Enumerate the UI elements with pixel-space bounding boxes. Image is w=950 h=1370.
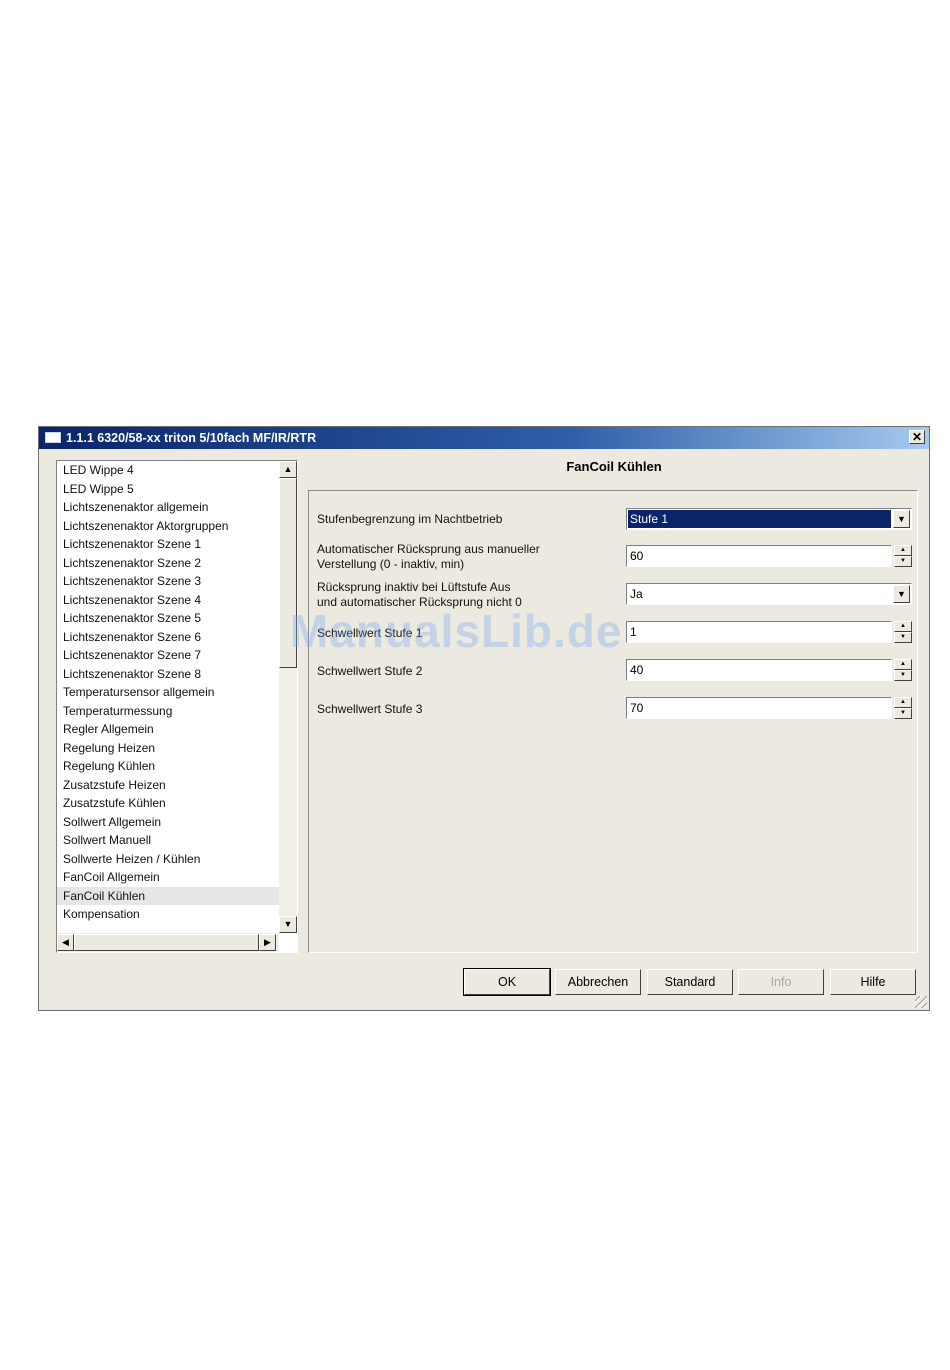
list-item[interactable]: Sollwert Manuell <box>57 831 279 850</box>
param-label-line: Verstellung (0 - inaktiv, min) <box>317 557 465 571</box>
list-item[interactable]: Lichtszenenaktor Szene 7 <box>57 646 279 665</box>
close-icon: ✕ <box>911 430 923 444</box>
list-item[interactable]: Zusatzstufe Heizen <box>57 776 279 795</box>
list-item[interactable]: Lichtszenenaktor Szene 8 <box>57 665 279 684</box>
settings-dialog: 1.1.1 6320/58-xx triton 5/10fach MF/IR/R… <box>38 426 930 1011</box>
arrow-down-icon: ▼ <box>283 919 293 929</box>
list-item[interactable]: Lichtszenenaktor Szene 1 <box>57 535 279 554</box>
schwellwert-2-stepper[interactable]: ▲ ▼ <box>894 659 912 681</box>
list-item[interactable]: Lichtszenenaktor allgemein <box>57 498 279 517</box>
horizontal-scrollbar[interactable]: ◀ ▶ <box>57 933 279 952</box>
list-item[interactable]: Regelung Kühlen <box>57 757 279 776</box>
ruecksprung-inaktiv-select[interactable]: Ja ▼ <box>626 583 912 605</box>
dropdown-button[interactable]: ▼ <box>893 510 910 528</box>
ruecksprung-stepper[interactable]: ▲ ▼ <box>894 545 912 567</box>
stepper-up[interactable]: ▲ <box>894 697 912 708</box>
window-icon <box>45 432 61 443</box>
list-item[interactable]: FanCoil Kühlen <box>57 886 279 905</box>
scroll-left-button[interactable]: ◀ <box>57 934 74 951</box>
scroll-up-button[interactable]: ▲ <box>279 461 297 478</box>
list-item[interactable]: Temperatursensor allgemein <box>57 683 279 702</box>
list-item[interactable]: Lichtszenenaktor Szene 3 <box>57 572 279 591</box>
schwellwert-1-stepper[interactable]: ▲ ▼ <box>894 621 912 643</box>
list-item[interactable]: Regelung Heizen <box>57 739 279 758</box>
param-label-schwellwert-2: Schwellwert Stufe 2 <box>317 664 423 678</box>
list-item[interactable]: Temperaturmessung <box>57 702 279 721</box>
horizontal-scroll-thumb[interactable] <box>74 934 259 951</box>
schwellwert-3-stepper[interactable]: ▲ ▼ <box>894 697 912 719</box>
param-label-line: und automatischer Rücksprung nicht 0 <box>317 595 522 609</box>
list-item[interactable]: Lichtszenenaktor Szene 2 <box>57 554 279 573</box>
stepper-down[interactable]: ▼ <box>894 556 912 567</box>
vertical-scrollbar[interactable]: ▲ ▼ <box>279 461 297 933</box>
list-item[interactable]: Lichtszenenaktor Aktorgruppen <box>57 517 279 536</box>
vertical-scroll-thumb[interactable] <box>279 478 297 668</box>
list-item[interactable]: Sollwert Allgemein <box>57 813 279 832</box>
list-item[interactable]: Lichtszenenaktor Szene 5 <box>57 609 279 628</box>
title-bar[interactable]: 1.1.1 6320/58-xx triton 5/10fach MF/IR/R… <box>39 427 929 449</box>
param-label-stufenbegrenzung: Stufenbegrenzung im Nachtbetrieb <box>317 512 503 526</box>
parameter-list: LED Wippe 4 LED Wippe 5 Lichtszenenaktor a… <box>57 461 279 933</box>
param-label-ruecksprung: Automatischer Rücksprung aus manueller V… <box>317 542 617 572</box>
chevron-down-icon: ▼ <box>897 589 906 599</box>
dropdown-button[interactable]: ▼ <box>893 585 910 603</box>
arrow-left-icon: ◀ <box>62 937 69 947</box>
cancel-button[interactable]: Abbrechen <box>555 969 641 995</box>
stufenbegrenzung-select[interactable]: Stufe 1 ▼ <box>626 508 912 530</box>
arrow-right-icon: ▶ <box>264 937 271 947</box>
schwellwert-1-input[interactable]: 1 <box>626 621 892 643</box>
close-button[interactable]: ✕ <box>909 430 925 444</box>
scroll-right-button[interactable]: ▶ <box>259 934 276 951</box>
param-label-schwellwert-1: Schwellwert Stufe 1 <box>317 626 423 640</box>
list-item[interactable]: Lichtszenenaktor Szene 4 <box>57 591 279 610</box>
ruecksprung-input[interactable]: 60 <box>626 545 892 567</box>
chevron-down-icon: ▼ <box>897 514 906 524</box>
list-item[interactable]: LED Wippe 4 <box>57 461 279 480</box>
list-item[interactable]: Lichtszenenaktor Szene 6 <box>57 628 279 647</box>
select-value: Stufe 1 <box>628 510 891 528</box>
scroll-down-button[interactable]: ▼ <box>279 916 297 933</box>
param-label-ruecksprung-inaktiv: Rücksprung inaktiv bei Lüftstufe Aus und… <box>317 580 617 610</box>
resize-grip[interactable] <box>915 996 927 1008</box>
stepper-up[interactable]: ▲ <box>894 545 912 556</box>
param-label-line: Automatischer Rücksprung aus manueller <box>317 542 540 556</box>
parameter-tree: LED Wippe 4 LED Wippe 5 Lichtszenenaktor a… <box>56 460 298 953</box>
list-item[interactable]: Sollwerte Heizen / Kühlen <box>57 850 279 869</box>
schwellwert-3-input[interactable]: 70 <box>626 697 892 719</box>
standard-button[interactable]: Standard <box>647 969 733 995</box>
list-item[interactable]: FanCoil Allgemein <box>57 868 279 887</box>
stepper-up[interactable]: ▲ <box>894 659 912 670</box>
stepper-up[interactable]: ▲ <box>894 621 912 632</box>
param-label-line: Rücksprung inaktiv bei Lüftstufe Aus <box>317 580 511 594</box>
info-button[interactable]: Info <box>738 969 824 995</box>
window-title: 1.1.1 6320/58-xx triton 5/10fach MF/IR/R… <box>66 431 317 445</box>
list-item[interactable]: LED Wippe 5 <box>57 480 279 499</box>
stepper-down[interactable]: ▼ <box>894 670 912 681</box>
stepper-down[interactable]: ▼ <box>894 708 912 719</box>
help-button[interactable]: Hilfe <box>830 969 916 995</box>
schwellwert-2-input[interactable]: 40 <box>626 659 892 681</box>
list-item[interactable]: Kompensation <box>57 905 279 924</box>
list-item[interactable]: Regler Allgemein <box>57 720 279 739</box>
select-value: Ja <box>630 587 643 601</box>
panel-title: FanCoil Kühlen <box>566 459 662 474</box>
arrow-up-icon: ▲ <box>283 464 293 474</box>
param-label-schwellwert-3: Schwellwert Stufe 3 <box>317 702 423 716</box>
list-item[interactable]: Zusatzstufe Kühlen <box>57 794 279 813</box>
stepper-down[interactable]: ▼ <box>894 632 912 643</box>
ok-button[interactable]: OK <box>463 968 551 996</box>
